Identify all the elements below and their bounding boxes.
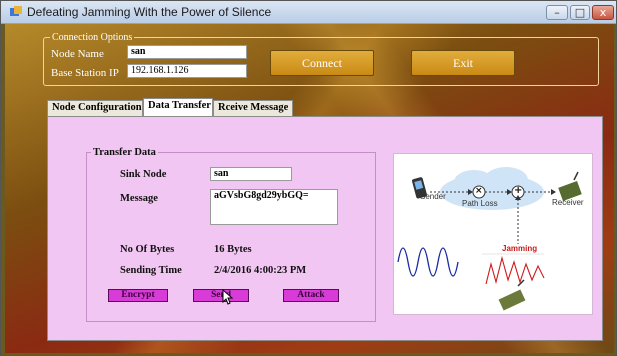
tab-receive-message[interactable]: Rceive Message [213,100,293,116]
sink-node-input[interactable]: san [210,167,292,181]
base-station-label: Base Station IP [51,67,119,79]
attack-button[interactable]: Attack [283,289,339,302]
sender-waveform [397,247,459,277]
data-transfer-panel: Transfer Data Sink Node san Message aGVs… [47,116,603,341]
connection-options-legend: Connection Options [52,32,133,43]
jamming-waveform [485,255,545,285]
encrypt-button[interactable]: Encrypt [108,289,168,302]
maximize-button[interactable]: □ [570,5,590,20]
plus-symbol: + [514,185,523,196]
close-button[interactable]: x [592,5,614,20]
sending-time-label: Sending Time [120,265,182,276]
node-name-input[interactable]: san [127,45,247,59]
bytes-label: No Of Bytes [120,244,175,255]
client-area: Connection Options Node Name san Base St… [5,24,614,353]
tab-data-transfer[interactable]: Data Transfer [143,98,213,116]
jamming-diagram-graphic [397,167,582,311]
sending-time-value: 2/4/2016 4:00:23 PM [214,265,307,276]
path-loss-label: Path Loss [462,199,498,208]
window-title: Defeating Jamming With the Power of Sile… [27,5,272,19]
send-button[interactable]: Send [193,289,249,302]
sender-label: Sender [420,192,446,201]
title-bar: Defeating Jamming With the Power of Sile… [1,1,616,24]
jamming-label: Jamming [502,244,538,253]
app-icon [10,6,22,16]
message-label: Message [120,193,158,204]
base-station-input[interactable]: 192.168.1.126 [127,64,247,78]
multiply-symbol: × [475,186,483,196]
bytes-value: 16 Bytes [214,244,252,255]
mouse-cursor-icon [222,289,234,305]
jamming-diagram: Sender Path Loss Receiver Jamming × + [393,153,593,315]
transfer-data-legend: Transfer Data [93,147,156,158]
node-name-label: Node Name [51,48,104,60]
message-textarea[interactable]: aGVsbG8gd29ybGQ= [210,189,338,225]
app-window: Defeating Jamming With the Power of Sile… [0,0,617,356]
jammer-device-icon [498,279,526,311]
exit-button[interactable]: Exit [411,50,515,76]
sink-node-label: Sink Node [120,169,167,180]
tab-node-configuration[interactable]: Node Configuration [47,100,143,116]
receiver-radio-icon [558,171,582,201]
receiver-label: Receiver [552,198,584,207]
minimize-button[interactable]: – [546,5,568,20]
connect-button[interactable]: Connect [270,50,374,76]
